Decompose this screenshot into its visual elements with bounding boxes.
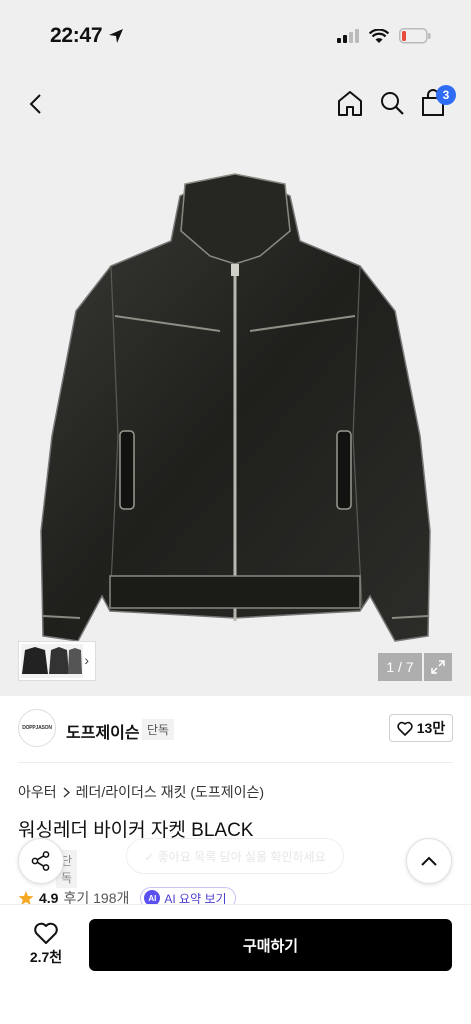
signal-icon xyxy=(337,29,359,43)
home-button[interactable] xyxy=(336,88,366,120)
expand-icon xyxy=(431,660,445,674)
share-icon xyxy=(31,851,50,871)
heart-icon xyxy=(34,922,58,944)
status-bar: 22:47 xyxy=(0,0,471,72)
image-pager: 1 / 7 xyxy=(378,653,422,681)
wishlist-toast: ✓ 좋아요 목록 담아 실울 확인하세요 xyxy=(126,838,344,874)
brand-like-button[interactable]: 13만 xyxy=(389,714,453,742)
status-time: 22:47 xyxy=(50,24,124,48)
brand-logo-text: DOPPJASON xyxy=(22,725,52,731)
brand-name[interactable]: 도프제이슨 xyxy=(66,719,140,743)
brand-exclusive-tag: 단독 xyxy=(142,719,175,740)
product-image-gallery[interactable]: › 1 / 7 xyxy=(0,136,471,696)
scroll-to-top-button[interactable] xyxy=(406,838,452,884)
back-button[interactable] xyxy=(20,88,50,120)
chevron-right-icon xyxy=(63,786,70,798)
search-icon xyxy=(381,92,404,115)
breadcrumb-category[interactable]: 아우터 xyxy=(18,782,57,802)
thumbnail-image xyxy=(21,644,83,678)
navigation-bar: 3 xyxy=(0,72,471,136)
chevron-up-icon xyxy=(421,856,437,866)
breadcrumb-subcategory[interactable]: 레더/라이더스 재킷 (도프제이슨) xyxy=(76,782,264,802)
bottom-action-bar: 2.7천 구매하기 xyxy=(0,904,471,1024)
clock-text: 22:47 xyxy=(50,24,103,47)
breadcrumb: 아우터 레더/라이더스 재킷 (도프제이슨) xyxy=(18,782,264,802)
cart-button[interactable]: 3 xyxy=(420,85,456,120)
brand-logo[interactable]: DOPPJASON xyxy=(18,709,56,747)
wishlist-button[interactable]: 2.7천 xyxy=(22,921,70,967)
status-indicators xyxy=(337,28,431,44)
battery-icon xyxy=(399,28,431,44)
share-button[interactable] xyxy=(18,838,64,884)
brand-row[interactable]: DOPPJASON 도프제이슨 단독 13만 xyxy=(18,709,453,749)
wifi-icon xyxy=(369,28,389,43)
gallery-thumbnail-strip[interactable]: › xyxy=(18,641,96,681)
cart-count-badge: 3 xyxy=(436,85,456,105)
buy-button[interactable]: 구매하기 xyxy=(89,919,452,971)
thumbnail-next-arrow: › xyxy=(84,652,89,668)
expand-button[interactable] xyxy=(424,653,452,681)
location-arrow-icon xyxy=(109,29,124,43)
section-divider xyxy=(18,762,453,763)
chevron-left-icon xyxy=(29,94,41,114)
heart-icon xyxy=(397,721,413,736)
home-icon xyxy=(338,91,362,116)
wishlist-count: 2.7천 xyxy=(29,949,63,965)
product-image-jacket xyxy=(40,173,431,642)
brand-like-count: 13만 xyxy=(416,720,446,736)
search-button[interactable] xyxy=(378,88,408,120)
